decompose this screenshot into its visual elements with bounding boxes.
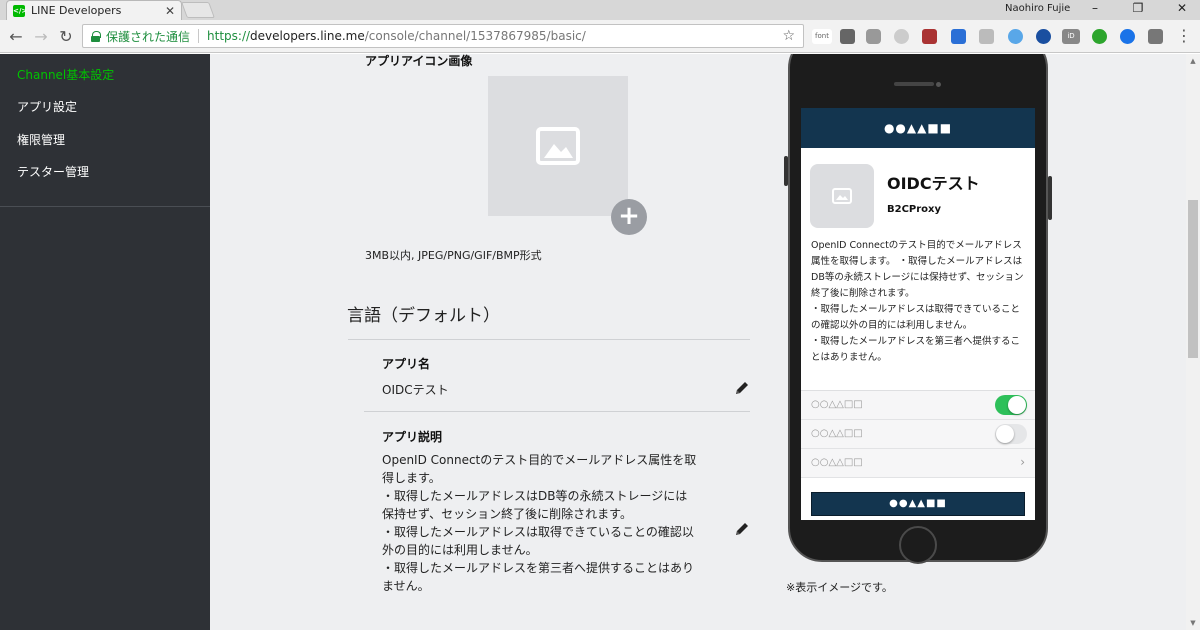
- app-icon-placeholder[interactable]: [488, 76, 628, 216]
- restore-icon[interactable]: ❐: [1128, 1, 1148, 15]
- preview-app-name: OIDCテスト: [887, 174, 980, 193]
- b-extension-icon[interactable]: [894, 29, 909, 44]
- list-item-label: ○○△△□□: [811, 428, 863, 439]
- chevron-right-icon[interactable]: ›: [1020, 455, 1025, 469]
- sidebar-divider: [0, 206, 210, 207]
- preview-desc-line: ・取得したメールアドレスを第三者へ提供することはありません。: [811, 336, 1021, 363]
- card-extension-icon[interactable]: [979, 29, 994, 44]
- preview-header: ●●▲▲■■: [801, 108, 1035, 148]
- url-host: developers.line.me: [250, 29, 365, 43]
- browser-tab[interactable]: </> LINE Developers ✕: [6, 0, 182, 20]
- edit-app-desc-pencil-icon[interactable]: [733, 520, 751, 538]
- url-protocol: https://: [207, 29, 251, 43]
- forward-arrow-icon[interactable]: →: [31, 27, 51, 47]
- phone-home-button: [899, 526, 937, 564]
- sidebar-item-permissions[interactable]: 権限管理: [17, 131, 65, 148]
- app-name-label: アプリ名: [382, 357, 431, 371]
- app-desc-label: アプリ説明: [382, 430, 443, 444]
- list-item: ○○△△□□ ›: [801, 449, 1035, 478]
- url-path: /console/channel/1537867985/basic/: [364, 29, 586, 43]
- blue-circle-extension-icon[interactable]: [1120, 29, 1135, 44]
- id-extension-icon[interactable]: iD: [1062, 29, 1080, 44]
- app-desc-line: ・取得したメールアドレスは取得できていることの確認以外の目的には利用しません。: [382, 525, 694, 557]
- section-divider: [348, 339, 750, 340]
- address-separator: [198, 29, 200, 43]
- app-desc-value: OpenID Connectのテスト目的でメールアドレス属性を取得します。 ・取…: [382, 451, 698, 595]
- scrollbar-thumb[interactable]: [1188, 200, 1198, 358]
- image-placeholder-icon: [832, 188, 852, 204]
- add-icon-button[interactable]: +: [611, 199, 647, 235]
- toggle-switch-on[interactable]: [995, 395, 1027, 415]
- preview-provider: B2CProxy: [887, 204, 942, 215]
- reload-icon[interactable]: ↻: [56, 27, 76, 47]
- lock-icon: [91, 31, 101, 42]
- app-icon-label: アプリアイコン画像: [365, 54, 473, 68]
- list-item: ○○△△□□: [801, 391, 1035, 420]
- font-extension-icon[interactable]: font: [812, 29, 832, 44]
- app-desc-line: OpenID Connectのテスト目的でメールアドレス属性を取得します。: [382, 453, 697, 485]
- app-desc-line: ・取得したメールアドレスはDB等の永続ストレージには保持せず、セッション終了後に…: [382, 489, 688, 521]
- secure-label: 保護された通信: [106, 29, 191, 44]
- field-divider: [364, 411, 750, 412]
- minimize-icon[interactable]: –: [1085, 1, 1105, 15]
- app-name-value: OIDCテスト: [382, 383, 449, 397]
- sidebar-item-testers[interactable]: テスター管理: [17, 163, 89, 180]
- address-bar[interactable]: 保護された通信 https:// developers.line.me /con…: [82, 24, 804, 48]
- green-circle-extension-icon[interactable]: [1092, 29, 1107, 44]
- list-item: ○○△△□□: [801, 420, 1035, 449]
- grid-extension-icon[interactable]: [951, 29, 966, 44]
- icon-format-note: 3MB以内, JPEG/PNG/GIF/BMP形式: [365, 249, 542, 262]
- scroll-down-arrow-icon[interactable]: ▼: [1186, 616, 1200, 630]
- sidebar-item-channel-basic[interactable]: Channel基本設定: [17, 66, 114, 83]
- sidebar: Channel基本設定 アプリ設定 権限管理 テスター管理: [0, 54, 210, 630]
- edit-app-name-pencil-icon[interactable]: [733, 379, 751, 397]
- pocket-extension-icon[interactable]: [840, 29, 855, 44]
- line-favicon-icon: </>: [13, 4, 28, 17]
- browser-toolbar: ← → ↻ 保護された通信 https:// developers.line.m…: [0, 20, 1200, 53]
- toggle-knob: [996, 425, 1014, 443]
- phone-camera: [936, 82, 941, 87]
- tab-title: LINE Developers: [31, 4, 122, 17]
- scroll-up-arrow-icon[interactable]: ▲: [1186, 54, 1200, 68]
- list-item-label: ○○△△□□: [811, 399, 863, 410]
- phone-screen: ●●▲▲■■ OIDCテスト B2CProxy OpenID Connectのテ…: [801, 108, 1035, 520]
- profile-name[interactable]: Naohiro Fujie: [1005, 3, 1070, 14]
- camera-extension-icon[interactable]: [866, 29, 881, 44]
- main-content: アプリアイコン画像 + 3MB以内, JPEG/PNG/GIF/BMP形式 言語…: [210, 54, 1186, 630]
- phone-power-button: [1048, 176, 1052, 220]
- puzzle-extension-icon[interactable]: [1148, 29, 1163, 44]
- list-item-label: ○○△△□□: [811, 457, 863, 468]
- page-scrollbar[interactable]: ▲ ▼: [1186, 54, 1200, 630]
- language-section-title: 言語（デフォルト）: [347, 306, 500, 326]
- close-window-icon[interactable]: ✕: [1172, 1, 1192, 15]
- sidebar-item-app-settings[interactable]: アプリ設定: [17, 98, 77, 115]
- preview-permission-list: ○○△△□□ ○○△△□□ ○○△△□□ ›: [801, 390, 1035, 478]
- phone-speaker: [894, 82, 934, 86]
- phone-preview: ●●▲▲■■ OIDCテスト B2CProxy OpenID Connectのテ…: [784, 54, 1052, 564]
- app-desc-line: ・取得したメールアドレスを第三者へ提供することはありません。: [382, 561, 695, 593]
- globe-extension-icon[interactable]: [1036, 29, 1051, 44]
- new-tab-button[interactable]: [181, 2, 215, 18]
- toggle-switch-off[interactable]: [995, 424, 1027, 444]
- bookmark-star-icon[interactable]: ☆: [782, 28, 795, 44]
- preview-action-button[interactable]: ●●▲▲■■: [811, 492, 1025, 516]
- menu-kebab-icon[interactable]: ⋮: [1174, 26, 1194, 46]
- back-arrow-icon[interactable]: ←: [6, 27, 26, 47]
- preview-desc-line: ・取得したメールアドレスは取得できていることの確認以外の目的には利用しません。: [811, 304, 1021, 331]
- preview-note: ※表示イメージです。: [786, 581, 893, 594]
- red-extension-icon[interactable]: [922, 29, 937, 44]
- phone-volume-button: [784, 156, 788, 186]
- preview-app-desc: OpenID Connectのテスト目的でメールアドレス属性を取得します。 ・取…: [811, 238, 1027, 366]
- image-placeholder-icon: [536, 127, 580, 165]
- preview-app-icon: [810, 164, 874, 228]
- tab-strip: </> LINE Developers ✕ Naohiro Fujie – ❐ …: [0, 0, 1200, 20]
- preview-desc-line: OpenID Connectのテスト目的でメールアドレス属性を取得します。 ・取…: [811, 240, 1024, 299]
- snowflake-extension-icon[interactable]: [1008, 29, 1023, 44]
- toggle-knob: [1008, 396, 1026, 414]
- tab-close-icon[interactable]: ✕: [165, 4, 175, 18]
